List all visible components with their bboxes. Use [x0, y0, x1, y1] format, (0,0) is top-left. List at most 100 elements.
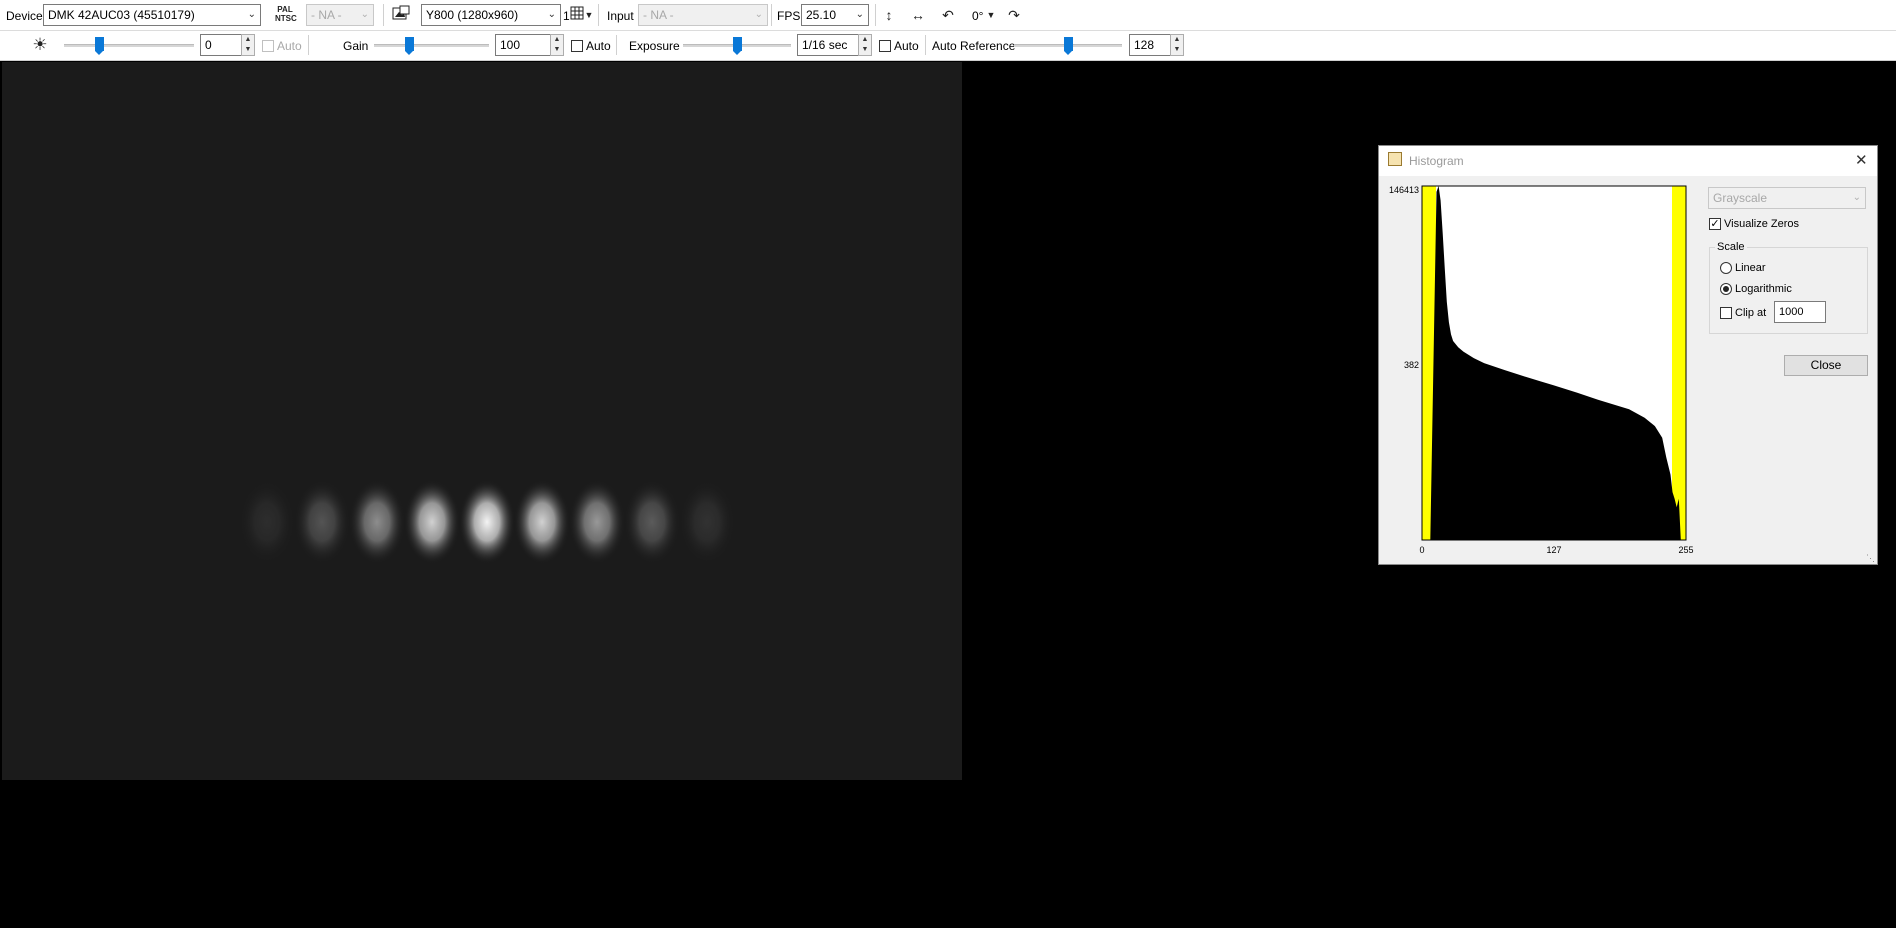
up-arrow-icon[interactable]: ▲: [1171, 35, 1183, 45]
logarithmic-label: Logarithmic: [1735, 283, 1792, 295]
chevron-down-icon[interactable]: ▼: [584, 5, 594, 25]
chevron-down-icon: ⌄: [360, 9, 369, 20]
device-label: Device: [6, 9, 43, 23]
auto-reference-spinner[interactable]: ▲ ▼: [1170, 34, 1184, 56]
rotate-left-icon[interactable]: ↶: [938, 5, 958, 25]
flip-horizontal-icon[interactable]: ↔: [908, 5, 928, 25]
exposure-auto-label: Auto: [894, 39, 919, 53]
close-icon[interactable]: ✕: [1855, 151, 1868, 169]
main-toolbar: Device DMK 42AUC03 (45510179) ⌄ PAL NTSC …: [0, 0, 1896, 31]
chevron-down-icon: ⌄: [247, 9, 256, 20]
fringe-band: [679, 480, 735, 564]
gain-spinner[interactable]: ▲ ▼: [550, 34, 564, 56]
slider-track: [64, 44, 194, 47]
clip-at-input[interactable]: 1000: [1774, 301, 1826, 323]
fringe-band: [514, 480, 570, 564]
clip-at-label: Clip at: [1735, 307, 1767, 319]
device-dropdown[interactable]: DMK 42AUC03 (45510179) ⌄: [43, 4, 261, 26]
up-arrow-icon[interactable]: ▲: [551, 35, 563, 45]
fps-dropdown[interactable]: 25.10 ⌄: [801, 4, 869, 26]
fringe-band: [624, 480, 680, 564]
fringe-band: [294, 480, 350, 564]
clip-high-marker: [1672, 186, 1686, 540]
rotation-value[interactable]: 0°: [972, 9, 983, 23]
histogram-window: Histogram ✕ 146413 382 0 127 255 Graysca…: [1378, 145, 1878, 565]
brightness-input[interactable]: 0: [200, 34, 242, 56]
input-dropdown[interactable]: - NA - ⌄: [638, 4, 768, 26]
video-format-dropdown[interactable]: Y800 (1280x960) ⌄: [421, 4, 561, 26]
rotate-right-icon[interactable]: ↷: [1004, 5, 1024, 25]
chevron-down-icon: ⌄: [855, 9, 864, 20]
auto-reference-input[interactable]: 128: [1129, 34, 1171, 56]
video-norm-value: - NA -: [311, 8, 342, 22]
resize-grip-icon[interactable]: ⋱: [1866, 553, 1876, 563]
visualize-zeros-label: Visualize Zeros: [1724, 218, 1799, 230]
histogram-plot: 146413 382 0 127 255: [1389, 185, 1694, 555]
histogram-title-bar[interactable]: Histogram ✕: [1379, 146, 1877, 176]
clip-at-checkbox[interactable]: [1720, 307, 1732, 319]
fringe-band: [239, 480, 295, 564]
exposure-auto-checkbox[interactable]: [879, 40, 891, 52]
x-axis-max-label: 255: [1678, 545, 1693, 555]
linear-label: Linear: [1735, 262, 1766, 274]
gain-label: Gain: [343, 39, 369, 53]
y-axis-max-label: 146413: [1389, 185, 1419, 195]
auto-reference-slider[interactable]: [1014, 35, 1122, 55]
exposure-label: Exposure: [629, 39, 680, 53]
chevron-down-icon: ⌄: [547, 9, 556, 20]
gain-input[interactable]: 100: [495, 34, 551, 56]
live-video-display[interactable]: [2, 62, 962, 780]
scale-label: Scale: [1715, 240, 1747, 254]
separator: [875, 4, 876, 26]
x-axis-mid-label: 127: [1546, 545, 1561, 555]
video-norm-dropdown[interactable]: - NA - ⌄: [306, 4, 374, 26]
input-value: - NA -: [643, 8, 674, 22]
chevron-down-icon[interactable]: ▼: [985, 5, 997, 25]
slider-thumb[interactable]: [95, 37, 105, 55]
channel-value: Grayscale: [1713, 191, 1768, 205]
histogram-title: Histogram: [1409, 154, 1464, 168]
slider-thumb[interactable]: [733, 37, 742, 55]
channel-dropdown[interactable]: Grayscale ⌄: [1708, 187, 1866, 209]
pal-ntsc-icon[interactable]: PAL NTSC: [275, 5, 297, 25]
flip-vertical-icon[interactable]: ↕: [879, 5, 899, 25]
brightness-slider[interactable]: [64, 35, 194, 55]
down-arrow-icon[interactable]: ▼: [551, 45, 563, 55]
visualize-zeros-checkbox[interactable]: ✓: [1709, 218, 1721, 230]
down-arrow-icon[interactable]: ▼: [859, 45, 871, 55]
chevron-down-icon: ⌄: [1852, 192, 1861, 203]
close-button[interactable]: Close: [1784, 355, 1868, 376]
fringe-band: [404, 480, 460, 564]
exposure-input[interactable]: 1/16 sec: [797, 34, 859, 56]
brightness-auto-checkbox[interactable]: [262, 40, 274, 52]
separator: [616, 35, 617, 55]
linear-radio[interactable]: [1720, 262, 1732, 274]
fringe-band: [349, 480, 405, 564]
snapshot-icon[interactable]: [391, 5, 411, 25]
device-value: DMK 42AUC03 (45510179): [48, 8, 195, 22]
slider-thumb[interactable]: [1064, 37, 1073, 55]
logarithmic-radio[interactable]: [1720, 283, 1732, 295]
up-arrow-icon[interactable]: ▲: [242, 35, 254, 45]
gain-auto-checkbox[interactable]: [571, 40, 583, 52]
exposure-slider[interactable]: [683, 35, 791, 55]
slider-thumb[interactable]: [404, 37, 414, 55]
auto-reference-label: Auto Reference: [932, 39, 1016, 53]
brightness-auto-label: Auto: [277, 39, 302, 53]
gain-slider[interactable]: [374, 35, 489, 55]
brightness-spinner[interactable]: ▲ ▼: [241, 34, 255, 56]
up-arrow-icon[interactable]: ▲: [859, 35, 871, 45]
separator: [771, 4, 772, 26]
separator: [383, 4, 384, 26]
down-arrow-icon[interactable]: ▼: [242, 45, 254, 55]
fps-label: FPS: [777, 9, 801, 23]
video-format-value: Y800 (1280x960): [426, 8, 519, 22]
properties-toolbar: ☀ 0 ▲ ▼ Auto Gain 100 ▲ ▼ Auto Exposure 1/…: [0, 31, 1896, 61]
separator: [598, 4, 599, 26]
sun-icon: ☀: [32, 35, 48, 54]
exposure-spinner[interactable]: ▲ ▼: [858, 34, 872, 56]
fringe-band: [569, 480, 625, 564]
down-arrow-icon[interactable]: ▼: [1171, 45, 1183, 55]
chevron-down-icon: ⌄: [754, 9, 763, 20]
fringe-band: [459, 480, 515, 564]
